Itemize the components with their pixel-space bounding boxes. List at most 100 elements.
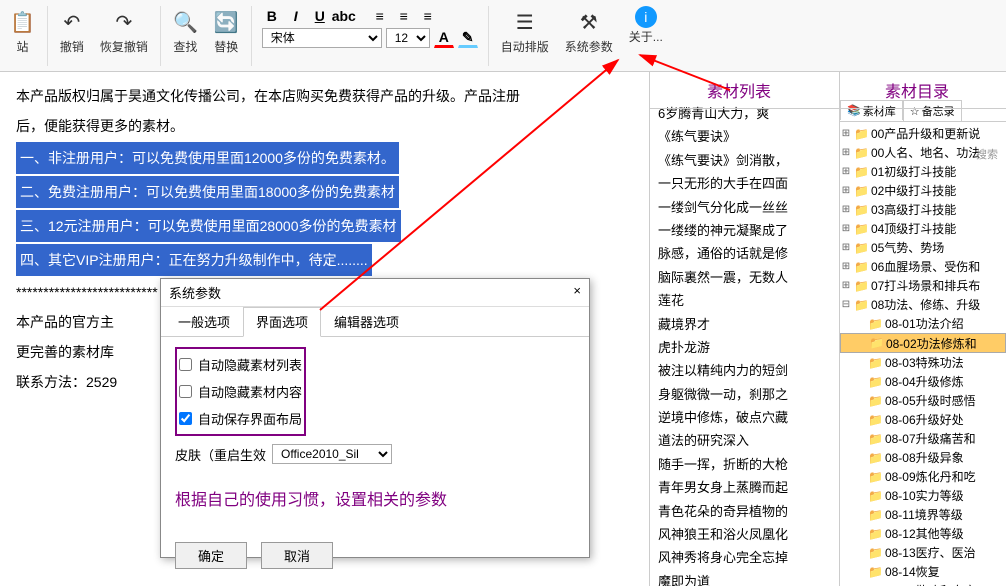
paste-button[interactable]: 📋站 xyxy=(2,4,43,57)
font-color-button[interactable]: A xyxy=(434,28,454,48)
material-dir-label: 素材目录 xyxy=(828,72,1006,108)
folder-icon: 📁 xyxy=(854,298,869,312)
ok-button[interactable]: 确定 xyxy=(175,542,247,569)
tree-node[interactable]: 📁08-05升级时感悟 xyxy=(840,391,1006,410)
tree-label: 01初级打斗技能 xyxy=(871,163,956,180)
replace-button[interactable]: 🔄替换 xyxy=(206,4,247,57)
tree-node[interactable]: 📁08-09炼化丹和吃 xyxy=(840,467,1006,486)
tab-general[interactable]: 一般选项 xyxy=(165,307,243,336)
folder-icon: 📁 xyxy=(868,489,883,503)
tree-label: 05气势、势场 xyxy=(871,239,944,256)
tree-node[interactable]: 📁08-02功法修炼和 xyxy=(840,333,1006,353)
expand-icon[interactable]: ⊞ xyxy=(840,128,852,139)
tree-node[interactable]: 📁08-03特殊功法 xyxy=(840,353,1006,372)
tree-node[interactable]: 📁08-15散功和自废 xyxy=(840,581,1006,586)
tree-label: 02中级打斗技能 xyxy=(871,182,956,199)
tree-label: 08-08升级异象 xyxy=(885,449,964,466)
bold-button[interactable]: B xyxy=(262,6,282,26)
expand-icon[interactable]: ⊞ xyxy=(840,280,852,291)
tree-node[interactable]: 📁08-04升级修炼 xyxy=(840,372,1006,391)
strike-button[interactable]: abc xyxy=(334,6,354,26)
underline-button[interactable]: U xyxy=(310,6,330,26)
cancel-button[interactable]: 取消 xyxy=(261,542,333,569)
expand-icon[interactable]: ⊞ xyxy=(840,242,852,253)
search-icon: 🔍 xyxy=(173,6,198,38)
tree-node[interactable]: ⊞📁03高级打斗技能 xyxy=(840,200,1006,219)
list-item[interactable]: 《练气要诀》 xyxy=(658,125,835,148)
tree-node[interactable]: 📁08-08升级异象 xyxy=(840,448,1006,467)
tree-node[interactable]: 📁08-11境界等级 xyxy=(840,505,1006,524)
font-select[interactable]: 宋体 xyxy=(262,28,382,48)
list-item[interactable]: 逆境中修炼，破点穴藏 xyxy=(658,406,835,429)
expand-icon[interactable]: ⊞ xyxy=(840,204,852,215)
expand-icon[interactable]: ⊞ xyxy=(840,261,852,272)
highlight-button[interactable]: ✎ xyxy=(458,28,478,48)
skin-select[interactable]: Office2010_Sil xyxy=(272,444,392,464)
tree-node[interactable]: ⊞📁02中级打斗技能 xyxy=(840,181,1006,200)
tree-label: 00产品升级和更新说 xyxy=(871,125,980,142)
tree-node[interactable]: 📁08-12其他等级 xyxy=(840,524,1006,543)
tree-node[interactable]: ⊞📁07打斗场景和排兵布 xyxy=(840,276,1006,295)
list-item[interactable]: 身躯微微一动，刹那之 xyxy=(658,383,835,406)
expand-icon[interactable]: ⊞ xyxy=(840,223,852,234)
list-item[interactable]: 脉感，通俗的话就是修 xyxy=(658,242,835,265)
list-item[interactable]: 风神狼王和浴火凤凰化 xyxy=(658,523,835,546)
tree-node[interactable]: 📁08-10实力等级 xyxy=(840,486,1006,505)
tree-node[interactable]: ⊞📁00产品升级和更新说 xyxy=(840,124,1006,143)
undo-button[interactable]: ↶撤销 xyxy=(52,4,92,57)
chk-hide-list[interactable] xyxy=(179,358,192,371)
tree-node[interactable]: 📁08-07升级痛苦和 xyxy=(840,429,1006,448)
find-button[interactable]: 🔍查找 xyxy=(165,4,206,57)
search-input[interactable]: 搜索 xyxy=(974,144,1004,164)
panel-labels: 素材列表 素材目录 xyxy=(650,72,1006,109)
editor-text: ************************** xyxy=(16,284,158,300)
folder-icon: 📁 xyxy=(854,222,869,236)
align-left-button[interactable]: ≡ xyxy=(370,6,390,26)
italic-button[interactable]: I xyxy=(286,6,306,26)
list-item[interactable]: 虎扑龙游 xyxy=(658,336,835,359)
tree-node[interactable]: ⊞📁05气势、势场 xyxy=(840,238,1006,257)
sys-params-button[interactable]: ⚒系统参数 xyxy=(557,4,621,57)
tab-editor[interactable]: 编辑器选项 xyxy=(321,307,412,336)
about-button[interactable]: i关于... xyxy=(621,4,671,47)
list-item[interactable]: 莲花 xyxy=(658,289,835,312)
list-item[interactable]: 道法的研究深入 xyxy=(658,429,835,452)
list-item[interactable]: 一缕缕的神元凝聚成了 xyxy=(658,219,835,242)
close-icon[interactable]: × xyxy=(573,283,581,302)
tree-node[interactable]: 📁08-06升级好处 xyxy=(840,410,1006,429)
list-item[interactable]: 一缕剑气分化成一丝丝 xyxy=(658,196,835,219)
list-item[interactable]: 一只无形的大手在四面 xyxy=(658,172,835,195)
tree-node[interactable]: 📁08-01功法介绍 xyxy=(840,314,1006,333)
expand-icon[interactable]: ⊞ xyxy=(840,147,852,158)
expand-icon[interactable]: ⊞ xyxy=(840,185,852,196)
tree-body[interactable]: ⊞📁00产品升级和更新说⊞📁00人名、地名、功法⊞📁01初级打斗技能⊞📁02中级… xyxy=(840,122,1006,586)
tree-node[interactable]: ⊟📁08功法、修练、升级 xyxy=(840,295,1006,314)
redo-button[interactable]: ↷恢复撤销 xyxy=(92,4,156,57)
tree-node[interactable]: 📁08-14恢复 xyxy=(840,562,1006,581)
tree-label: 08功法、修练、升级 xyxy=(871,296,980,313)
chk-save-layout[interactable] xyxy=(179,412,192,425)
list-item[interactable]: 随手一挥，折断的大枪 xyxy=(658,453,835,476)
list-item[interactable]: 魔即为道 xyxy=(658,570,835,586)
dialog-title-bar[interactable]: 系统参数 × xyxy=(161,279,589,307)
list-item[interactable]: 青色花朵的奇异植物的 xyxy=(658,500,835,523)
expand-icon[interactable]: ⊟ xyxy=(840,299,852,310)
material-list[interactable]: 6岁腾青山大力，爽《练气要诀》《练气要诀》剑消散，一只无形的大手在四面一缕剑气分… xyxy=(650,72,840,586)
list-item[interactable]: 脑际裏然一震，无数人 xyxy=(658,266,835,289)
list-item[interactable]: 《练气要诀》剑消散， xyxy=(658,149,835,172)
tree-node[interactable]: ⊞📁01初级打斗技能 xyxy=(840,162,1006,181)
tree-node[interactable]: 📁08-13医疗、医治 xyxy=(840,543,1006,562)
chk-hide-content[interactable] xyxy=(179,385,192,398)
tree-node[interactable]: ⊞📁04顶级打斗技能 xyxy=(840,219,1006,238)
tree-node[interactable]: ⊞📁06血腥场景、受伤和 xyxy=(840,257,1006,276)
expand-icon[interactable]: ⊞ xyxy=(840,166,852,177)
auto-layout-button[interactable]: ☰自动排版 xyxy=(493,4,557,57)
list-item[interactable]: 被注以精纯内力的短剑 xyxy=(658,359,835,382)
list-item[interactable]: 青年男女身上蒸腾而起 xyxy=(658,476,835,499)
list-item[interactable]: 藏境界才 xyxy=(658,313,835,336)
align-right-button[interactable]: ≡ xyxy=(418,6,438,26)
align-center-button[interactable]: ≡ xyxy=(394,6,414,26)
tab-interface[interactable]: 界面选项 xyxy=(243,307,321,337)
list-item[interactable]: 风神秀将身心完全忘掉 xyxy=(658,546,835,569)
size-select[interactable]: 12 xyxy=(386,28,430,48)
